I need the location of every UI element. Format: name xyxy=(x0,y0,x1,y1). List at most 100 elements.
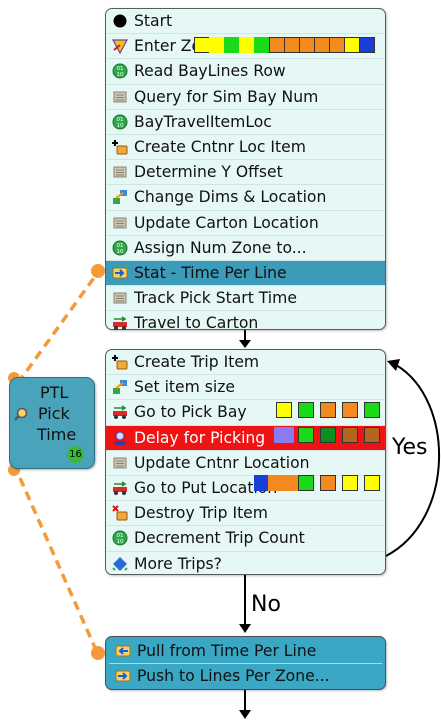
main-activity-row[interactable]: 01 10 BayTravelItemLoc xyxy=(106,108,385,134)
main-activity-row[interactable]: Track Pick Start Time xyxy=(106,285,385,310)
main-activity-row-label: Query for Sim Bay Num xyxy=(134,87,319,106)
magnifier-icon xyxy=(14,406,28,421)
trip-activity-row[interactable]: Destroy Trip Item xyxy=(106,500,385,525)
start-circle-icon xyxy=(111,13,128,30)
swatch-yellow-1 xyxy=(194,37,210,54)
swatch-green-pb-1 xyxy=(298,402,314,419)
trip-activity-row-label: Update Cntnr Location xyxy=(134,453,310,472)
yes-label: Yes xyxy=(392,435,428,460)
read-data-icon: 01 10 xyxy=(111,113,128,130)
swatch-orange-pb-2 xyxy=(342,402,358,419)
ptl-pick-time-box[interactable]: PTL Pick Time 16 xyxy=(9,377,95,469)
trip-activity-row[interactable]: More Trips? xyxy=(106,550,385,576)
swatch-orange-2 xyxy=(284,37,300,54)
swatch-orange-4 xyxy=(314,37,330,54)
main-activity-row-label: Create Cntnr Loc Item xyxy=(134,138,306,157)
change-dims-icon xyxy=(111,189,128,206)
swatch-orange-5 xyxy=(329,37,345,54)
delay-swatches xyxy=(106,423,385,447)
swatch-orange-pb-1 xyxy=(320,402,336,419)
yes-loop-path xyxy=(385,364,441,557)
scroll-icon xyxy=(111,88,128,105)
swatch-orange-3 xyxy=(299,37,315,54)
ptl-link-top xyxy=(16,273,98,385)
link-dot-pull xyxy=(91,646,105,660)
pull-activity-row[interactable]: Push to Lines Per Zone... xyxy=(109,663,382,688)
zone-swatches-row xyxy=(106,33,385,57)
main-activity-row[interactable]: Query for Sim Bay Num xyxy=(106,83,385,109)
trip-activity-row[interactable]: Set item size xyxy=(106,374,385,399)
main-activity-row[interactable]: Determine Y Offset xyxy=(106,159,385,184)
swatch-orange-1 xyxy=(269,37,285,54)
read-data-icon: 01 10 xyxy=(111,530,128,547)
swatch-brown-d-2 xyxy=(364,426,380,443)
ptl-line-3: Time xyxy=(37,425,77,444)
read-data-icon: 01 10 xyxy=(111,239,128,256)
swatch-yellow-4 xyxy=(344,37,360,54)
main-activity-row[interactable]: 01 10 Read BayLines Row xyxy=(106,58,385,83)
swatch-orange-p-2 xyxy=(282,475,298,491)
main-activity-row-label: Stat - Time Per Line xyxy=(134,263,287,282)
pick-bay-swatches xyxy=(106,398,385,422)
flow-arrowhead-1 xyxy=(239,340,251,348)
trip-activity-row-label: Decrement Trip Count xyxy=(134,529,305,548)
trip-activity-row-label: Destroy Trip Item xyxy=(134,504,268,523)
swatch-darkgreen-d xyxy=(320,426,336,443)
pull-activity-row[interactable]: Pull from Time Per Line xyxy=(109,639,382,663)
process-block-main[interactable]: StartEnter Zone for Each Line0110Read Ba… xyxy=(105,8,386,332)
main-activity-row[interactable]: Change Dims & Location xyxy=(106,184,385,209)
create-item-icon xyxy=(111,139,128,156)
swatch-yellow-2 xyxy=(209,37,225,54)
swatch-green-d-1 xyxy=(298,426,314,443)
main-activity-row-label: Determine Y Offset xyxy=(134,163,283,182)
trip-activity-row[interactable]: 01 10 Decrement Trip Count xyxy=(106,525,385,550)
scroll-icon xyxy=(111,164,128,181)
main-activity-row-label: Change Dims & Location xyxy=(134,188,327,207)
svg-text:10: 10 xyxy=(116,123,123,129)
process-block-pull[interactable]: Pull from Time Per Line Push to Lines Per… xyxy=(105,636,386,690)
main-activity-row-label: BayTravelItemLoc xyxy=(134,112,272,131)
swatch-green-1 xyxy=(224,37,240,54)
process-block-trip[interactable]: Create Trip Item Set item size Go to Pick … xyxy=(105,349,386,575)
trip-activity-row-label: Create Trip Item xyxy=(134,353,260,372)
main-activity-row-label: Start xyxy=(134,12,173,31)
trip-activity-row-label: More Trips? xyxy=(134,554,222,573)
main-activity-row[interactable]: Create Cntnr Loc Item xyxy=(106,133,385,159)
read-data-icon: 01 10 xyxy=(111,63,128,80)
main-activity-row-label: Assign Num Zone to... xyxy=(134,238,307,257)
change-dims-icon xyxy=(111,379,128,396)
swatch-yellow-pb xyxy=(276,402,292,419)
scroll-icon xyxy=(111,454,128,471)
yes-loop-arrowhead xyxy=(387,359,400,371)
swatch-brown-d-1 xyxy=(342,426,358,443)
main-activity-row[interactable]: Travel to Carton xyxy=(106,310,385,335)
put-location-swatches xyxy=(106,471,385,495)
pull-activity-row-label: Pull from Time Per Line xyxy=(137,642,317,660)
swatch-orange-p-3 xyxy=(320,475,336,491)
decide-icon xyxy=(111,555,128,572)
main-activity-row[interactable]: Update Carton Location xyxy=(106,209,385,235)
svg-text:10: 10 xyxy=(116,72,123,78)
scroll-icon xyxy=(111,290,128,307)
swatch-yellow-p-2 xyxy=(364,475,380,491)
trip-activity-row[interactable]: Create Trip Item xyxy=(106,350,385,374)
swatch-green-pb-2 xyxy=(364,402,380,419)
main-activity-row[interactable]: Start xyxy=(106,9,385,33)
flow-arrowhead-no xyxy=(239,624,251,633)
main-activity-row-label: Track Pick Start Time xyxy=(134,289,297,308)
no-label: No xyxy=(251,592,281,617)
main-activity-row[interactable]: 01 10 Assign Num Zone to... xyxy=(106,234,385,260)
link-dot-stat xyxy=(91,264,105,278)
travel-icon xyxy=(111,315,128,332)
swatch-green-2 xyxy=(254,37,270,54)
pull-arrow-icon xyxy=(114,643,131,660)
swatch-yellow-3 xyxy=(239,37,255,54)
push-arrow-icon xyxy=(114,668,131,685)
main-activity-row[interactable]: Stat - Time Per Line xyxy=(106,259,385,286)
swatch-purple-d xyxy=(274,426,294,443)
create-item-icon xyxy=(111,354,128,371)
swatch-yellow-p-1 xyxy=(342,475,358,491)
ptl-line-2: Pick xyxy=(38,404,70,423)
svg-text:10: 10 xyxy=(116,249,123,255)
main-activity-row-label: Travel to Carton xyxy=(134,314,259,333)
